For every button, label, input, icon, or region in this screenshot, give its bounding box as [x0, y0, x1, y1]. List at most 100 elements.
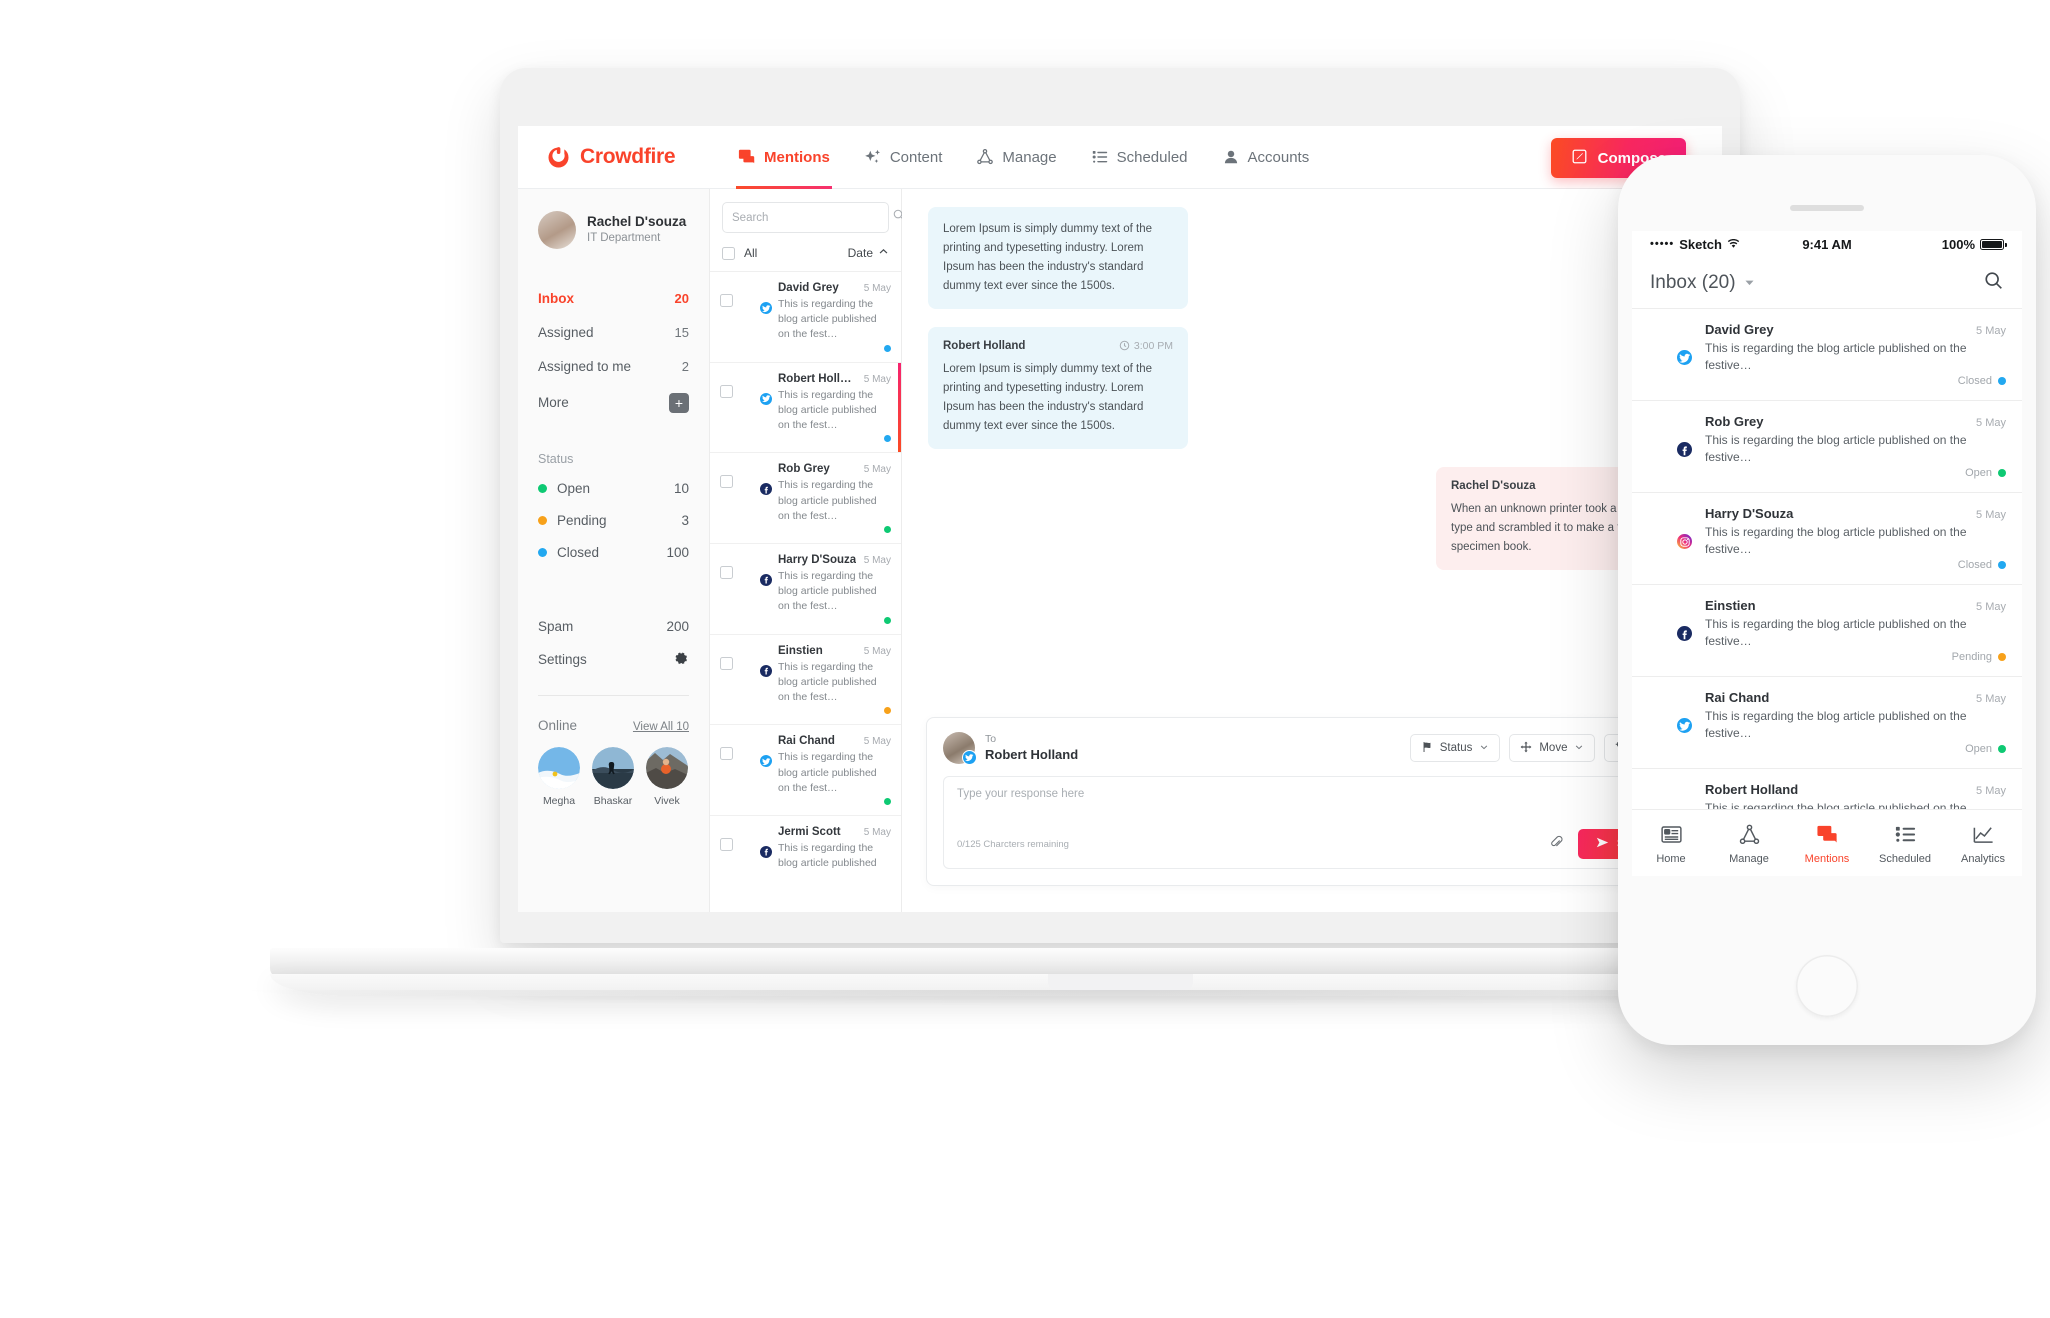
status-dot	[1998, 561, 2006, 570]
message-list-item[interactable]: Einstien 5 May This is regarding the blog …	[710, 635, 901, 726]
phone-home-button[interactable]	[1796, 955, 1858, 1017]
nav-tab-label: Manage	[1002, 148, 1057, 166]
phone-sender: Robert Holland	[1705, 782, 1799, 798]
sidebar-item-spam[interactable]: Spam 200	[518, 610, 709, 642]
tab-label: Home	[1656, 852, 1686, 865]
tab-home[interactable]: Home	[1632, 822, 1710, 865]
phone-list-item[interactable]: Rai Chand 5 May This is regarding the blog…	[1632, 677, 2022, 770]
sidebar-user-name: Rachel D'souza	[587, 213, 687, 229]
phone-date: 5 May	[1976, 601, 2006, 614]
sidebar: Rachel D'souza IT Department Inbox 20 As…	[518, 189, 710, 912]
sidebar-status-closed[interactable]: Closed 100	[518, 536, 709, 568]
reply-textarea[interactable]: Type your response here 0/125 Charcters …	[943, 776, 1681, 869]
online-person[interactable]: Megha	[538, 747, 580, 807]
nav-tab-label: Mentions	[764, 148, 830, 166]
sidebar-item-label: Assigned to me	[538, 358, 632, 374]
online-person[interactable]: Vivek	[646, 747, 688, 807]
inbox-dropdown[interactable]: Inbox (20)	[1650, 272, 1755, 294]
tab-label: Scheduled	[1879, 852, 1931, 865]
settings-label: Settings	[538, 652, 587, 667]
nav-tab-scheduled[interactable]: Scheduled	[1091, 126, 1188, 189]
row-checkbox[interactable]	[720, 837, 733, 851]
sidebar-item-assigned-to-me[interactable]: Assigned to me 2	[518, 349, 709, 383]
message-list-item[interactable]: David Grey 5 May This is regarding the blo…	[710, 272, 901, 363]
paperclip-icon[interactable]	[1548, 834, 1564, 855]
phone-list-item[interactable]: Einstien 5 May This is regarding the blog …	[1632, 585, 2022, 678]
nav-tab-mentions[interactable]: Mentions	[736, 126, 832, 189]
avatar	[538, 747, 580, 789]
twitter-badge-icon	[759, 301, 773, 315]
move-dropdown[interactable]: Move	[1509, 734, 1596, 762]
tab-manage[interactable]: Manage	[1710, 822, 1788, 865]
sidebar-item-settings[interactable]: Settings	[518, 642, 709, 677]
status-dropdown[interactable]: Status	[1409, 734, 1501, 762]
person-icon	[1222, 148, 1240, 166]
battery-icon	[1980, 238, 2007, 250]
sidebar-folders: Inbox 20 Assigned 15 Assigned to me 2 Mo…	[518, 281, 709, 422]
search-icon[interactable]	[1983, 270, 2004, 296]
facebook-badge-icon	[759, 663, 773, 678]
avatar	[741, 828, 773, 859]
phone-list-item[interactable]: Robert Holland 5 May This is regarding the…	[1632, 769, 2022, 809]
facebook-badge-icon	[759, 572, 773, 587]
avatar	[1648, 506, 1694, 552]
avatar	[1648, 782, 1694, 809]
sidebar-item-label: Inbox	[538, 290, 574, 306]
phone-list-item[interactable]: Rob Grey 5 May This is regarding the blog …	[1632, 401, 2022, 494]
row-checkbox[interactable]	[720, 565, 733, 579]
caret-down-icon	[1744, 272, 1755, 294]
message-list-item[interactable]: Robert Holland (5) 5 May This is regarding…	[710, 362, 901, 454]
status-dot	[884, 707, 891, 715]
sidebar-status-open[interactable]: Open 10	[518, 472, 709, 504]
message-list-item[interactable]: Rai Chand 5 May This is regarding the blog…	[710, 725, 901, 816]
tab-mentions[interactable]: Mentions	[1788, 822, 1866, 865]
message-list-item[interactable]: Harry D'Souza 5 May This is regarding the …	[710, 544, 901, 635]
nav-tab-manage[interactable]: Manage	[976, 126, 1057, 189]
row-checkbox[interactable]	[720, 747, 733, 761]
phone-list-item[interactable]: Harry D'Souza 5 May This is regarding the …	[1632, 493, 2022, 586]
sidebar-user[interactable]: Rachel D'souza IT Department	[518, 211, 709, 249]
sidebar-item-inbox[interactable]: Inbox 20	[518, 281, 709, 315]
sidebar-status-pending[interactable]: Pending 3	[518, 504, 709, 536]
sidebar-item-more[interactable]: More +	[518, 383, 709, 422]
row-checkbox[interactable]	[720, 384, 733, 398]
facebook-badge-icon	[759, 482, 773, 497]
facebook-badge-icon	[1675, 808, 1694, 809]
search-input[interactable]	[732, 211, 886, 224]
nav-tab-content[interactable]: Content	[864, 126, 942, 189]
tab-label: Mentions	[1804, 852, 1850, 865]
pencil-square-icon	[1571, 148, 1588, 169]
avatar	[1648, 690, 1694, 736]
message-sender: Robert Holland (5)	[778, 372, 858, 385]
phone-status-label: Pending	[1951, 651, 1992, 664]
message-list-item[interactable]: Rob Grey 5 May This is regarding the blog …	[710, 453, 901, 544]
status-label: Open	[557, 480, 591, 496]
gear-icon[interactable]	[674, 651, 689, 669]
nav-tab-accounts[interactable]: Accounts	[1222, 126, 1309, 189]
online-label: Online	[538, 718, 578, 733]
view-all-link[interactable]: View All 10	[633, 721, 689, 733]
row-checkbox[interactable]	[720, 294, 733, 307]
chevron-up-icon	[878, 246, 889, 260]
phone-status-label: Open	[1965, 467, 1992, 480]
status-dot-pending	[538, 515, 547, 525]
online-header: Online View All 10	[518, 718, 709, 733]
row-checkbox[interactable]	[720, 656, 733, 670]
brand[interactable]: Crowdfire	[546, 145, 738, 170]
select-all-checkbox[interactable]	[722, 246, 735, 260]
row-checkbox[interactable]	[720, 475, 733, 489]
tab-analytics[interactable]: Analytics	[1944, 822, 2022, 865]
tab-scheduled[interactable]: Scheduled	[1866, 822, 1944, 865]
online-person[interactable]: Bhaskar	[592, 747, 634, 807]
message-list-item[interactable]: Jermi Scott 5 May This is regarding the bl…	[710, 816, 901, 873]
sort-label: Date	[847, 246, 873, 260]
sort-control[interactable]: Date	[848, 246, 889, 260]
add-folder-button[interactable]: +	[669, 392, 689, 413]
phone-sender: Rai Chand	[1705, 690, 1770, 706]
phone-list-item[interactable]: David Grey 5 May This is regarding the blo…	[1632, 309, 2022, 402]
search-box[interactable]	[722, 202, 905, 233]
message-sender: David Grey	[778, 282, 839, 294]
sidebar-item-assigned[interactable]: Assigned 15	[518, 315, 709, 349]
twitter-badge-icon	[759, 391, 773, 406]
nav-tabs: Mentions Content Manage Scheduled Accoun…	[736, 126, 1309, 189]
